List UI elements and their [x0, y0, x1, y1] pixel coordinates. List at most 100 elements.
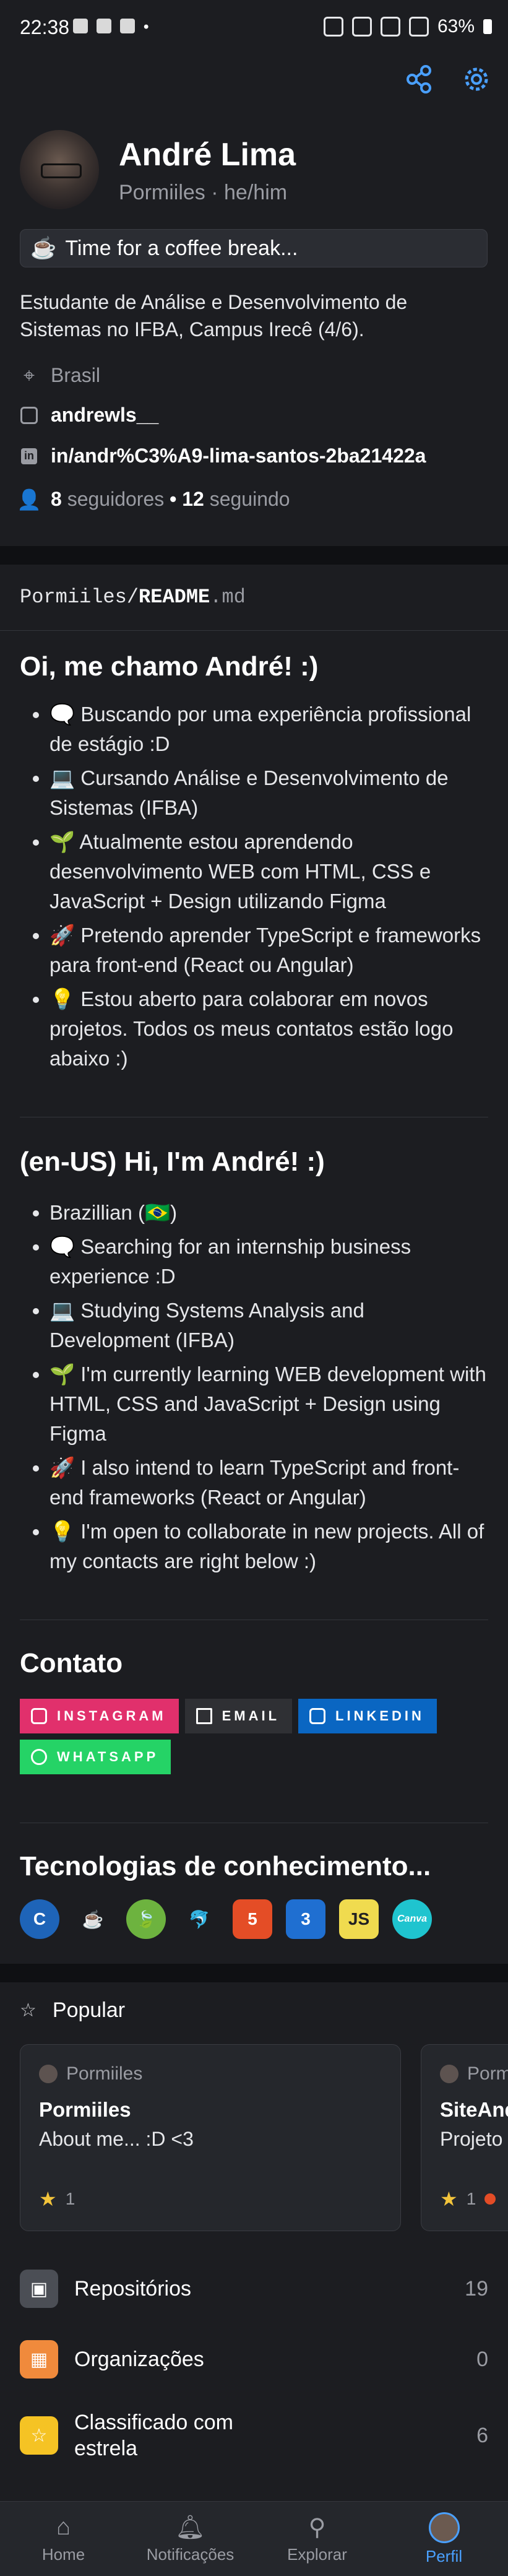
list-item: Brazillian (🇧🇷) — [50, 1198, 490, 1228]
wifi-icon — [380, 17, 400, 37]
readme-ext: .md — [210, 586, 246, 609]
instagram-link[interactable]: andrewls__ — [20, 404, 158, 427]
menu-count: 19 — [465, 2276, 488, 2301]
badge-label: EMAIL — [222, 1708, 280, 1724]
menu-repositories[interactable]: ▣ Repositórios 19 — [20, 2270, 488, 2308]
list-item: 🚀 I also intend to learn TypeScript and … — [50, 1453, 490, 1512]
readme-heading-pt: Oi, me chamo André! :) — [20, 651, 319, 682]
star-icon: ★ — [39, 2188, 57, 2210]
readme-title[interactable]: Pormiiles/README.md — [20, 586, 246, 609]
list-item: 💻 Cursando Análise e Desenvolvimento de … — [50, 763, 490, 823]
status-dot: • — [144, 19, 149, 35]
nav-notifications[interactable]: 🔔︎ Notificações — [127, 2502, 254, 2576]
following-count: 12 — [182, 488, 204, 510]
location-row: ⌖ Brasil — [20, 364, 100, 387]
star-outline-icon: ☆ — [20, 2000, 37, 2021]
star-icon: ☆ — [20, 2416, 58, 2455]
location-pin-icon: ⌖ — [23, 363, 35, 386]
nav-home[interactable]: ⌂ Home — [0, 2502, 127, 2576]
list-item: 🌱 I'm currently learning WEB development… — [50, 1360, 490, 1449]
repo-description: Projeto — [440, 2128, 503, 2150]
menu-count: 6 — [476, 2423, 488, 2447]
following-label: seguindo — [209, 488, 290, 510]
nav-label: Notificações — [146, 2544, 235, 2564]
instagram-badge[interactable]: INSTAGRAM — [20, 1699, 179, 1733]
user-status[interactable]: ☕ Time for a coffee break... — [20, 229, 488, 267]
owner-avatar — [39, 2065, 58, 2083]
canva-icon: Canva — [392, 1899, 432, 1939]
css3-icon: 3 — [286, 1899, 325, 1939]
list-item: 🗨️ Searching for an internship business … — [50, 1232, 490, 1291]
battery-icon — [483, 19, 492, 34]
gmail-icon — [196, 1708, 212, 1724]
popular-repo-card[interactable]: Pormiiles Pormiiles About me... :D <3 ★ 1 — [20, 2044, 401, 2231]
menu-label: Organizações — [74, 2347, 204, 2371]
status-bar: 22:38 • 63% — [0, 0, 508, 59]
settings-button[interactable] — [459, 62, 494, 97]
nav-label: Perfil — [425, 2546, 463, 2565]
profile-handle: Pormiiles · he/him — [119, 181, 288, 204]
list-item: 💡 Estou aberto para colaborar em novos p… — [50, 984, 490, 1073]
share-button[interactable] — [402, 62, 437, 97]
organization-icon: ▦ — [20, 2340, 58, 2379]
popular-repo-card[interactable]: Porm SiteAnd Projeto ★ 1 — [421, 2044, 508, 2231]
mysql-icon: 🐬 — [188, 1909, 210, 1929]
badge-label: INSTAGRAM — [57, 1708, 166, 1724]
repo-stars: 1 — [466, 2189, 476, 2208]
linkedin-text: in/andr%C3%A9-lima-santos-2ba21422a — [51, 445, 426, 467]
section-divider — [0, 1964, 508, 1982]
list-item: 🚀 Pretendo aprender TypeScript e framewo… — [50, 921, 490, 980]
whatsapp-badge[interactable]: WHATSAPP — [20, 1740, 171, 1774]
repo-name: SiteAnd — [440, 2098, 508, 2121]
signal-icon — [408, 17, 429, 37]
spring-icon: 🍃 — [126, 1899, 166, 1939]
avatar[interactable] — [20, 130, 99, 209]
contact-heading: Contato — [20, 1648, 123, 1678]
menu-count: 0 — [476, 2347, 488, 2371]
location-text: Brasil — [51, 364, 101, 386]
html5-icon: 5 — [233, 1899, 272, 1939]
tech-heading: Tecnologias de conhecimento... — [20, 1851, 431, 1881]
nav-label: Explorar — [287, 2544, 347, 2564]
notification-icons: • — [73, 19, 149, 36]
list-item: 💻 Studying Systems Analysis and Developm… — [50, 1296, 490, 1355]
home-icon: ⌂ — [56, 2514, 71, 2540]
javascript-icon: JS — [339, 1899, 379, 1939]
battery-level: 63% — [437, 16, 475, 37]
star-icon: ★ — [440, 2188, 458, 2210]
repo-description: About me... :D <3 — [39, 2128, 194, 2150]
tech-icons: C ☕ 🍃 🐬 5 3 JS Canva — [20, 1899, 432, 1939]
app-icon — [120, 19, 135, 33]
followers-count: 8 — [51, 488, 62, 510]
repo-stars: 1 — [65, 2189, 75, 2208]
nav-explore[interactable]: ⚲ Explorar — [254, 2502, 381, 2576]
readme-owner: Pormiiles/ — [20, 586, 139, 609]
whatsapp-icon — [31, 1749, 47, 1765]
linkedin-icon: in — [20, 447, 38, 466]
section-divider — [0, 546, 508, 565]
list-item: 💡 I'm open to collaborate in new project… — [50, 1517, 490, 1576]
c-icon: C — [20, 1899, 59, 1939]
readme-heading-en: (en-US) Hi, I'm André! :) — [20, 1147, 325, 1177]
coffee-icon: ☕ — [30, 236, 57, 260]
followers-label: seguidores — [67, 488, 165, 510]
avatar — [428, 2512, 460, 2543]
list-item: 🗨️ Buscando por uma experiência profissi… — [50, 700, 490, 759]
mute-icon — [351, 17, 372, 37]
linkedin-link[interactable]: in in/andr%C3%A9-lima-santos-2ba21422a — [20, 445, 426, 467]
popular-title: Popular — [52, 1998, 126, 2022]
app-icon — [97, 19, 111, 33]
language-dot — [484, 2193, 496, 2205]
linkedin-icon — [309, 1708, 326, 1724]
divider — [0, 630, 508, 631]
menu-organizations[interactable]: ▦ Organizações 0 — [20, 2340, 488, 2379]
telescope-icon: ⚲ — [308, 2515, 326, 2541]
nav-profile[interactable]: Perfil — [381, 2502, 507, 2576]
linkedin-badge[interactable]: LINKEDIN — [298, 1699, 437, 1733]
alarm-icon — [323, 17, 343, 37]
readme-list-pt: 🗨️ Buscando por uma experiência profissi… — [20, 700, 490, 1078]
followers-row[interactable]: 👤 8 seguidores • 12 seguindo — [17, 488, 290, 511]
readme-file: README — [139, 586, 210, 609]
menu-starred[interactable]: ☆ Classificado com estrela 6 — [20, 2409, 488, 2461]
email-badge[interactable]: EMAIL — [184, 1699, 293, 1733]
